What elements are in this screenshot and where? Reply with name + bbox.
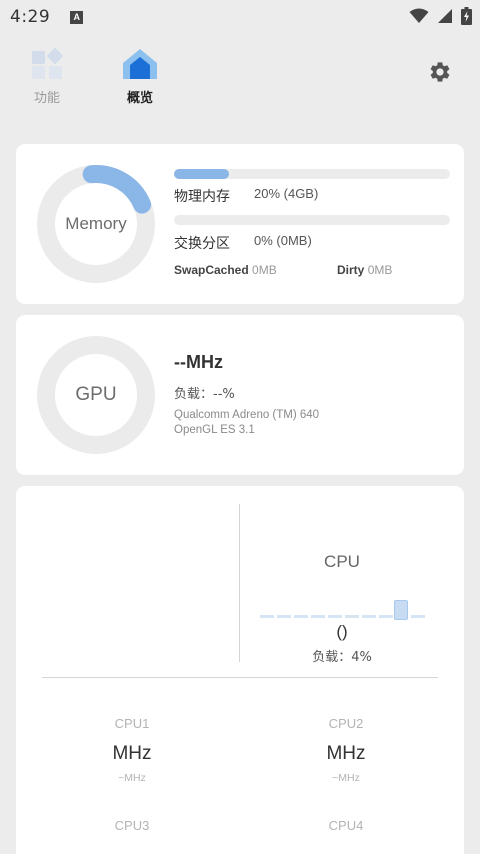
swapcached-value: 0MB: [252, 263, 277, 277]
grid-icon: [32, 48, 63, 79]
notification-icon: A: [70, 10, 84, 24]
gpu-model-name: Qualcomm Adreno (TM) 640: [174, 409, 320, 421]
wifi-icon: [409, 8, 429, 23]
cpu-graph-segment: [328, 615, 342, 618]
swapcached-label: SwapCached: [174, 263, 249, 277]
gear-icon[interactable]: [428, 60, 452, 84]
physical-memory-value: 20% (4GB): [254, 186, 319, 201]
cpu-graph-segment: [411, 615, 425, 618]
dirty-stat: Dirty 0MB: [337, 263, 392, 277]
cpu-title: CPU: [324, 552, 360, 571]
cpu-divider-horizontal: [42, 677, 438, 678]
cpu-graph-segment: [311, 615, 325, 618]
cpu-graph-segment: [345, 615, 359, 618]
top-nav: 功能 概览: [0, 44, 480, 114]
physical-memory-label: 物理内存: [174, 189, 230, 205]
dirty-label: Dirty: [337, 263, 365, 277]
physical-memory-bar-fill: [174, 169, 230, 179]
cpu-graph-segment: [294, 615, 308, 618]
cpu-core-name: CPU2: [328, 716, 364, 731]
cpu-core-2: CPU2 MHz ~MHz: [246, 716, 446, 784]
cpu-graph-peak: [394, 600, 408, 620]
cpu-graph-segment: [260, 615, 274, 618]
cpu-card[interactable]: CPU () 负载：4% CPU1 MHz ~MHz CPU2 MHz ~MHz…: [16, 486, 464, 854]
cpu-graph-segment: [362, 615, 376, 618]
battery-icon: [461, 7, 472, 25]
tab-overview-label: 概览: [126, 91, 153, 106]
memory-card[interactable]: Memory 物理内存 20% (4GB) 交换分区 0% (0MB) Swap…: [16, 144, 464, 304]
physical-memory-row: 物理内存 20% (4GB): [174, 186, 318, 206]
tab-overview[interactable]: 概览: [110, 48, 170, 106]
tab-functions[interactable]: 功能: [17, 48, 77, 106]
swap-bar: [174, 215, 450, 225]
swap-value: 0% (0MB): [254, 233, 312, 248]
home-icon: [123, 49, 157, 79]
cpu-graph-segment: [277, 615, 291, 618]
cpu-divider-vertical: [239, 504, 240, 662]
cpu-core-name: CPU1: [114, 716, 150, 731]
status-time: 4:29: [10, 7, 51, 27]
cpu-core-range: ~MHz: [332, 772, 360, 784]
cpu-core-frequency: MHz: [112, 743, 152, 764]
gpu-model-info: Qualcomm Adreno (TM) 640 OpenGL ES 3.1: [174, 408, 319, 438]
cpu-core-frequency: MHz: [326, 743, 366, 764]
cpu-graph-segment: [379, 615, 393, 618]
gpu-card[interactable]: GPU --MHz 负载：--% Qualcomm Adreno (TM) 64…: [16, 315, 464, 475]
cpu-load: 负载：4%: [312, 650, 372, 665]
cpu-load-graph: [260, 596, 428, 620]
swap-label: 交换分区: [174, 236, 230, 252]
swapcached-stat: SwapCached 0MB: [174, 263, 277, 277]
cpu-core-range: ~MHz: [118, 772, 146, 784]
physical-memory-bar: [174, 169, 450, 179]
gpu-opengl-version: OpenGL ES 3.1: [174, 424, 255, 436]
signal-icon: [438, 9, 452, 23]
memory-ring-label: Memory: [65, 214, 127, 233]
gpu-frequency: --MHz: [174, 352, 223, 372]
status-bar: 4:29 A: [0, 0, 480, 34]
cpu-core-3-name: CPU3: [114, 818, 150, 833]
gpu-load: 负载：--%: [174, 387, 235, 402]
gpu-ring-label: GPU: [75, 384, 117, 405]
tab-functions-label: 功能: [33, 91, 60, 106]
cpu-core-1: CPU1 MHz ~MHz: [32, 716, 232, 784]
swap-row: 交换分区 0% (0MB): [174, 233, 312, 253]
dirty-value: 0MB: [367, 263, 393, 277]
cpu-frequency: (): [336, 622, 348, 641]
cpu-core-4-name: CPU4: [328, 818, 364, 833]
